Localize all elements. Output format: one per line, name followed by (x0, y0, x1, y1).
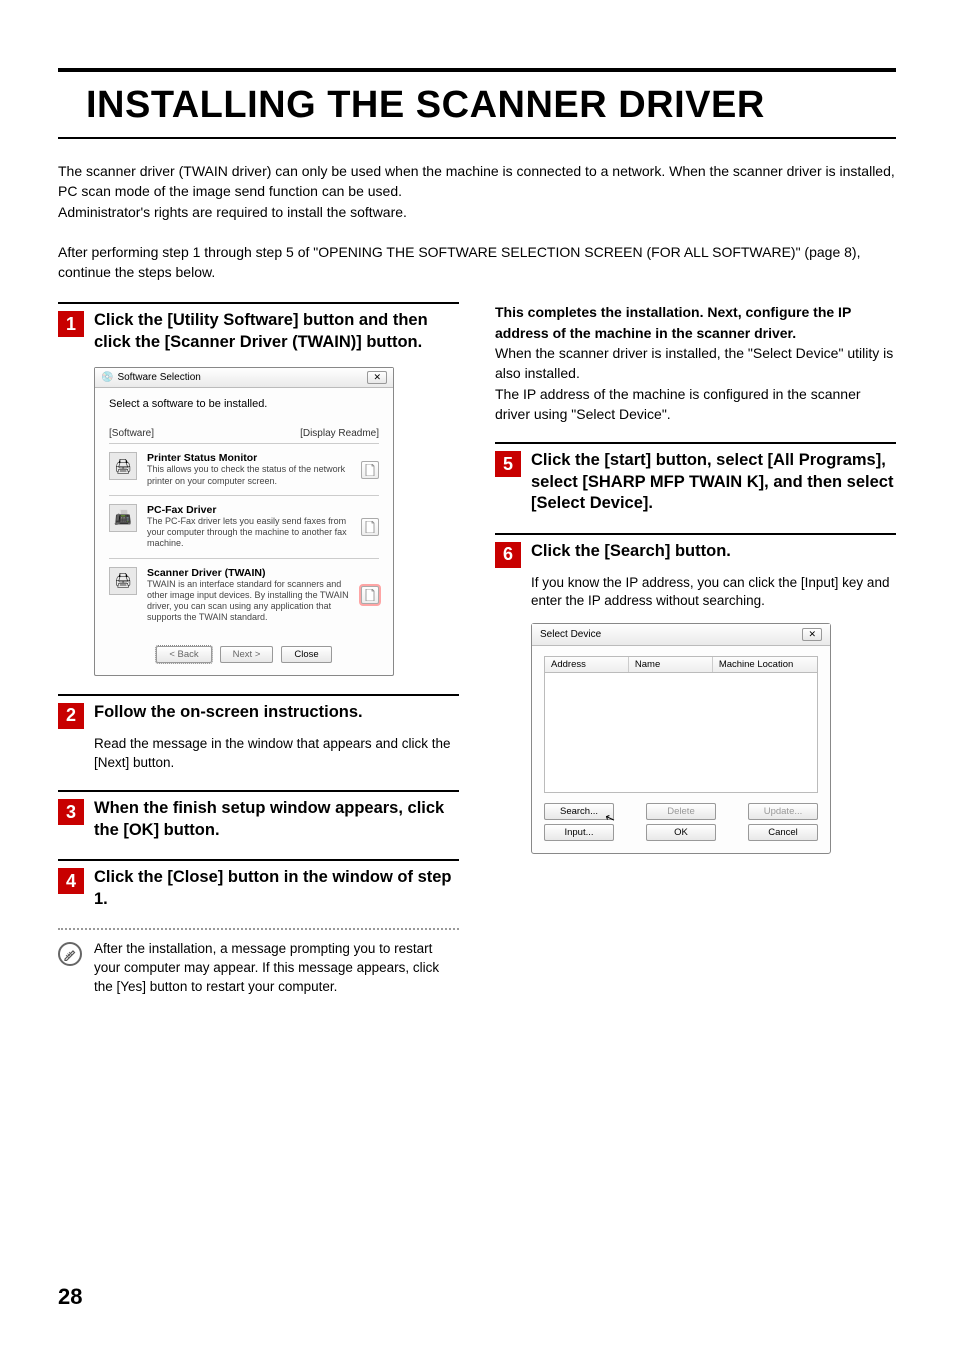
step-3: 3 When the finish setup window appears, … (58, 790, 459, 841)
dialog-title: Select Device (540, 629, 601, 640)
step-5: 5 Click the [start] button, select [All … (495, 442, 896, 514)
page-title: INSTALLING THE SCANNER DRIVER (86, 84, 896, 127)
step-6-title: Click the [Search] button. (531, 541, 731, 562)
fax-icon (109, 504, 137, 532)
readme-button[interactable] (361, 461, 379, 479)
dialog-titlebar: 💿 Software Selection ✕ (95, 368, 393, 388)
readme-button[interactable] (361, 586, 379, 604)
next-button[interactable]: Next > (220, 646, 274, 663)
select-device-dialog: Select Device ✕ Address Name Machine Loc… (531, 623, 831, 854)
software-item-printer-status-monitor[interactable]: Printer Status Monitor This allows you t… (109, 443, 379, 495)
intro-paragraph-2: After performing step 1 through step 5 o… (58, 242, 896, 283)
step-4-title: Click the [Close] button in the window o… (94, 867, 459, 910)
step-1: 1 Click the [Utility Software] button an… (58, 302, 459, 675)
printer-icon (109, 452, 137, 480)
page-number: 28 (58, 1284, 82, 1310)
software-item-scanner-driver-twain[interactable]: Scanner Driver (TWAIN) TWAIN is an inter… (109, 558, 379, 632)
title-underline (58, 137, 896, 139)
search-button[interactable]: Search... ↖ (544, 803, 614, 820)
readme-button[interactable] (361, 518, 379, 536)
step-number-badge: 3 (58, 799, 84, 825)
step-rule (58, 694, 459, 696)
step-number-badge: 2 (58, 703, 84, 729)
back-button[interactable]: < Back (156, 646, 211, 663)
software-selection-dialog: 💿 Software Selection ✕ Select a software… (94, 367, 394, 675)
note-text: After the installation, a message prompt… (94, 940, 459, 997)
dialog-titlebar: Select Device ✕ (532, 624, 830, 646)
step-2-title: Follow the on-screen instructions. (94, 702, 363, 723)
software-item-title: PC-Fax Driver (147, 504, 351, 516)
delete-button[interactable]: Delete (646, 803, 716, 820)
step-4: 4 Click the [Close] button in the window… (58, 859, 459, 910)
software-item-desc: The PC-Fax driver lets you easily send f… (147, 516, 351, 550)
step-6: 6 Click the [Search] button. If you know… (495, 533, 896, 855)
pencil-note-icon (58, 942, 82, 966)
step-rule (58, 302, 459, 304)
step-6-body: If you know the IP address, you can clic… (531, 574, 896, 612)
input-button[interactable]: Input... (544, 824, 614, 841)
step-rule (58, 859, 459, 861)
software-item-pc-fax-driver[interactable]: PC-Fax Driver The PC-Fax driver lets you… (109, 495, 379, 558)
step-number-badge: 1 (58, 311, 84, 337)
right-column: This completes the installation. Next, c… (495, 302, 896, 996)
dotted-separator (58, 928, 459, 930)
device-list-headers: Address Name Machine Location (544, 656, 818, 673)
step-2: 2 Follow the on-screen instructions. Rea… (58, 694, 459, 773)
step-2-body: Read the message in the window that appe… (94, 735, 459, 773)
step-5-title: Click the [start] button, select [All Pr… (531, 450, 896, 514)
right-intro-block: This completes the installation. Next, c… (495, 302, 896, 424)
step-rule (58, 790, 459, 792)
step-1-title: Click the [Utility Software] button and … (94, 310, 459, 353)
software-item-desc: TWAIN is an interface standard for scann… (147, 579, 351, 624)
header-machine-location[interactable]: Machine Location (713, 657, 817, 672)
software-item-title: Scanner Driver (TWAIN) (147, 567, 351, 579)
header-address[interactable]: Address (545, 657, 629, 672)
right-intro-line3: The IP address of the machine is configu… (495, 386, 861, 422)
step-number-badge: 6 (495, 542, 521, 568)
step-rule (495, 442, 896, 444)
software-item-title: Printer Status Monitor (147, 452, 351, 464)
scanner-icon (109, 567, 137, 595)
restart-note: After the installation, a message prompt… (58, 940, 459, 997)
step-rule (495, 533, 896, 535)
cancel-button[interactable]: Cancel (748, 824, 818, 841)
dialog-title: Software Selection (117, 372, 200, 383)
ok-button[interactable]: OK (646, 824, 716, 841)
close-button[interactable]: Close (281, 646, 331, 663)
close-icon[interactable]: ✕ (367, 371, 387, 384)
step-3-title: When the finish setup window appears, cl… (94, 798, 459, 841)
step-number-badge: 5 (495, 451, 521, 477)
left-column: 1 Click the [Utility Software] button an… (58, 302, 459, 996)
device-list[interactable] (544, 673, 818, 793)
label-software: [Software] (109, 428, 154, 439)
window-icon: 💿 (101, 372, 113, 383)
close-icon[interactable]: ✕ (802, 628, 822, 641)
right-intro-bold: This completes the installation. Next, c… (495, 304, 851, 340)
top-horizontal-rule (58, 68, 896, 72)
step-number-badge: 4 (58, 868, 84, 894)
dialog-instruction: Select a software to be installed. (109, 398, 379, 410)
update-button[interactable]: Update... (748, 803, 818, 820)
label-display-readme: [Display Readme] (300, 428, 379, 439)
intro-paragraph-1: The scanner driver (TWAIN driver) can on… (58, 161, 896, 222)
right-intro-line2: When the scanner driver is installed, th… (495, 345, 893, 381)
header-name[interactable]: Name (629, 657, 713, 672)
software-item-desc: This allows you to check the status of t… (147, 464, 351, 487)
